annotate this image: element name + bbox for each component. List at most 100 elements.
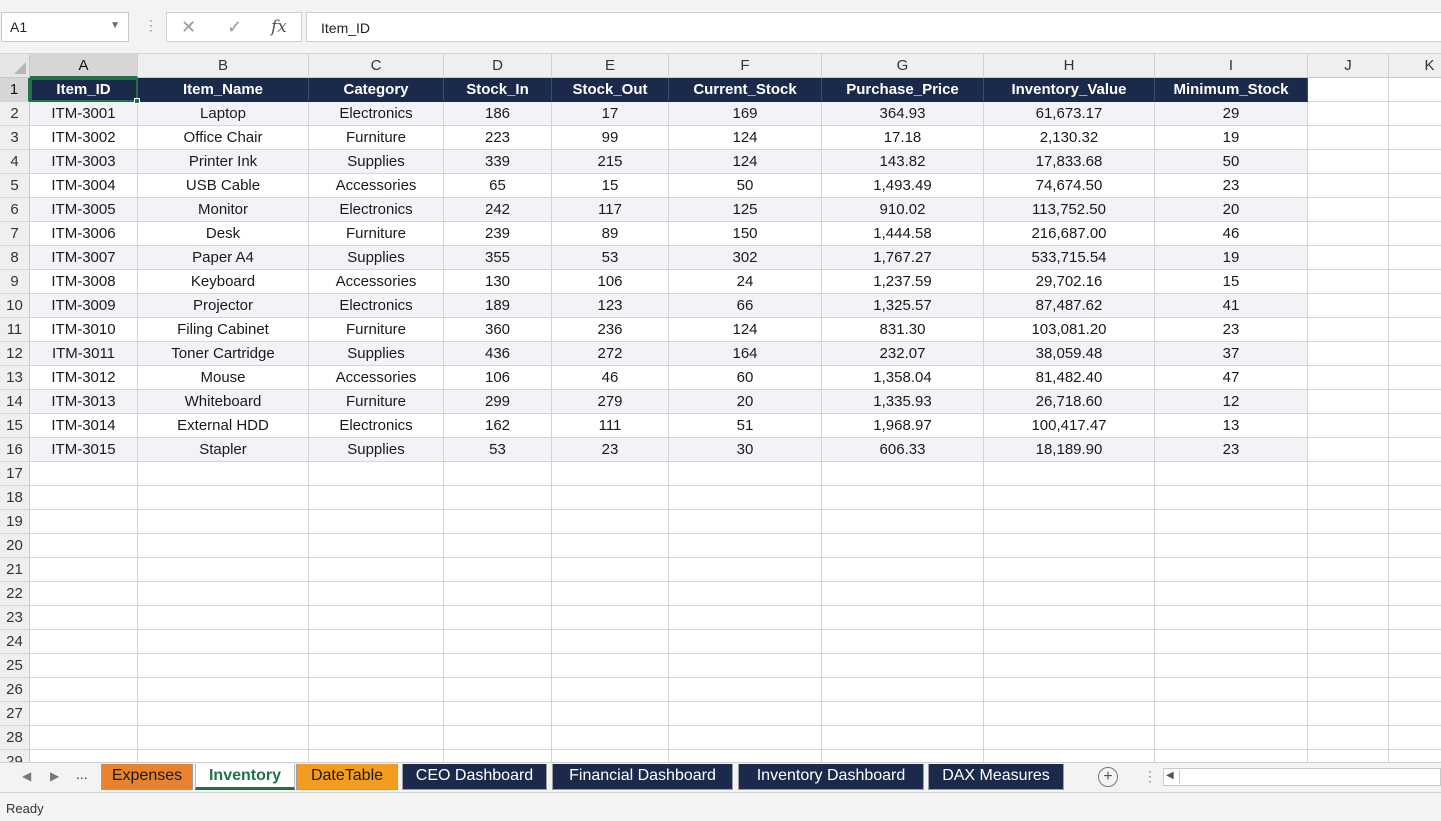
column-header-a[interactable]: A [30, 54, 138, 78]
row-header[interactable]: 23 [0, 606, 30, 630]
row-header[interactable]: 2 [0, 102, 30, 126]
empty-cell[interactable] [1308, 726, 1389, 750]
x-icon[interactable]: ✕ [181, 17, 196, 38]
empty-cell[interactable] [822, 534, 984, 558]
empty-cell[interactable] [984, 750, 1155, 762]
empty-cell[interactable] [138, 462, 309, 486]
table-cell[interactable]: Supplies [309, 342, 444, 366]
empty-cell[interactable] [1389, 390, 1441, 414]
table-cell[interactable]: 1,493.49 [822, 174, 984, 198]
horizontal-scrollbar[interactable]: ◀ [1163, 768, 1441, 786]
empty-cell[interactable] [1308, 558, 1389, 582]
empty-cell[interactable] [1155, 534, 1308, 558]
table-cell[interactable]: External HDD [138, 414, 309, 438]
empty-cell[interactable] [1308, 510, 1389, 534]
empty-cell[interactable] [669, 606, 822, 630]
row-header[interactable]: 28 [0, 726, 30, 750]
row-header[interactable]: 14 [0, 390, 30, 414]
empty-cell[interactable] [1308, 198, 1389, 222]
empty-cell[interactable] [309, 558, 444, 582]
empty-cell[interactable] [1308, 102, 1389, 126]
empty-cell[interactable] [822, 510, 984, 534]
table-cell[interactable]: 74,674.50 [984, 174, 1155, 198]
table-cell[interactable]: 23 [1155, 318, 1308, 342]
table-cell[interactable]: Supplies [309, 438, 444, 462]
table-cell[interactable]: Furniture [309, 390, 444, 414]
table-cell[interactable]: 215 [552, 150, 669, 174]
table-cell[interactable]: Mouse [138, 366, 309, 390]
empty-cell[interactable] [1308, 462, 1389, 486]
empty-cell[interactable] [984, 486, 1155, 510]
chevron-down-icon[interactable]: ▼ [110, 20, 120, 31]
table-cell[interactable]: Office Chair [138, 126, 309, 150]
empty-cell[interactable] [1308, 414, 1389, 438]
empty-cell[interactable] [444, 726, 552, 750]
empty-cell[interactable] [1389, 318, 1441, 342]
empty-cell[interactable] [1389, 558, 1441, 582]
empty-cell[interactable] [1155, 510, 1308, 534]
empty-cell[interactable] [1389, 174, 1441, 198]
select-all-button[interactable] [0, 54, 30, 78]
row-header[interactable]: 22 [0, 582, 30, 606]
column-header-k[interactable]: K [1389, 54, 1441, 78]
sheet-tab-datetable[interactable]: DateTable [296, 764, 398, 790]
empty-cell[interactable] [309, 486, 444, 510]
empty-cell[interactable] [1308, 486, 1389, 510]
empty-cell[interactable] [669, 558, 822, 582]
empty-cell[interactable] [444, 558, 552, 582]
empty-cell[interactable] [444, 510, 552, 534]
table-cell[interactable]: Electronics [309, 198, 444, 222]
empty-cell[interactable] [30, 582, 138, 606]
table-cell[interactable]: 239 [444, 222, 552, 246]
table-cell[interactable]: 17.18 [822, 126, 984, 150]
empty-cell[interactable] [1389, 366, 1441, 390]
row-header[interactable]: 15 [0, 414, 30, 438]
table-cell[interactable]: 18,189.90 [984, 438, 1155, 462]
table-cell[interactable]: 1,335.93 [822, 390, 984, 414]
table-cell[interactable]: Printer Ink [138, 150, 309, 174]
empty-cell[interactable] [444, 606, 552, 630]
empty-cell[interactable] [669, 726, 822, 750]
table-cell[interactable]: 189 [444, 294, 552, 318]
table-cell[interactable]: 272 [552, 342, 669, 366]
empty-cell[interactable] [1389, 750, 1441, 762]
empty-cell[interactable] [1308, 534, 1389, 558]
table-cell[interactable]: 103,081.20 [984, 318, 1155, 342]
column-header-c[interactable]: C [309, 54, 444, 78]
table-cell[interactable]: ITM-3014 [30, 414, 138, 438]
empty-cell[interactable] [1389, 246, 1441, 270]
empty-cell[interactable] [1308, 270, 1389, 294]
empty-cell[interactable] [822, 486, 984, 510]
empty-cell[interactable] [822, 558, 984, 582]
table-header-cell[interactable]: Purchase_Price [822, 78, 984, 102]
empty-cell[interactable] [822, 702, 984, 726]
table-header-cell[interactable]: Current_Stock [669, 78, 822, 102]
empty-cell[interactable] [309, 654, 444, 678]
table-header-cell[interactable]: Item_ID [30, 78, 138, 102]
row-header[interactable]: 25 [0, 654, 30, 678]
row-header[interactable]: 19 [0, 510, 30, 534]
empty-cell[interactable] [669, 630, 822, 654]
empty-cell[interactable] [138, 750, 309, 762]
empty-cell[interactable] [30, 630, 138, 654]
scroll-left-arrow-icon[interactable]: ◀ [1166, 770, 1180, 784]
fx-icon[interactable]: fx [271, 17, 287, 37]
empty-cell[interactable] [1155, 582, 1308, 606]
empty-cell[interactable] [444, 654, 552, 678]
empty-cell[interactable] [552, 678, 669, 702]
row-header[interactable]: 5 [0, 174, 30, 198]
empty-cell[interactable] [552, 558, 669, 582]
table-cell[interactable]: 23 [1155, 438, 1308, 462]
table-cell[interactable]: 24 [669, 270, 822, 294]
row-header[interactable]: 8 [0, 246, 30, 270]
table-cell[interactable]: 169 [669, 102, 822, 126]
empty-cell[interactable] [1389, 582, 1441, 606]
table-cell[interactable]: Paper A4 [138, 246, 309, 270]
empty-cell[interactable] [822, 630, 984, 654]
empty-cell[interactable] [1389, 270, 1441, 294]
column-header-f[interactable]: F [669, 54, 822, 78]
empty-cell[interactable] [552, 606, 669, 630]
empty-cell[interactable] [1155, 606, 1308, 630]
table-cell[interactable]: 46 [552, 366, 669, 390]
table-header-cell[interactable]: Category [309, 78, 444, 102]
